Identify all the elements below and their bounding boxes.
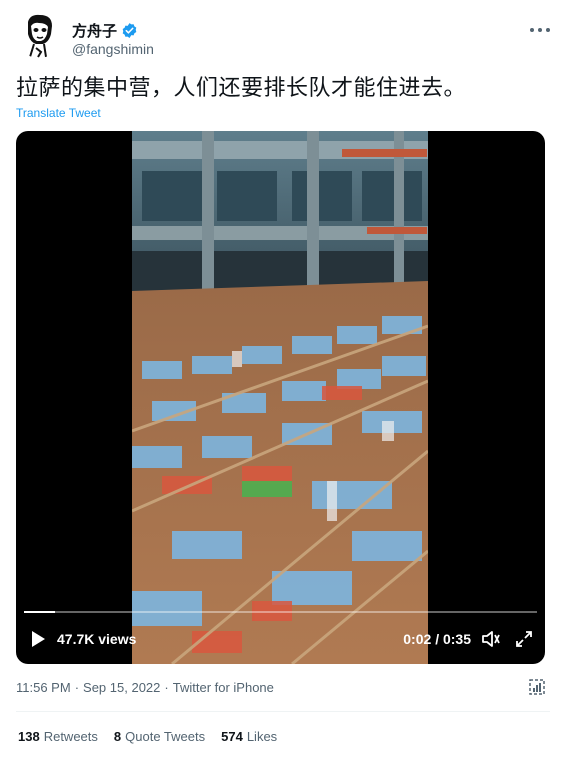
video-current-time: 0:02 <box>403 631 432 647</box>
avatar[interactable] <box>16 12 62 58</box>
retweets-count: 138 <box>18 729 40 744</box>
likes-count: 574 <box>221 729 243 744</box>
divider <box>16 711 550 712</box>
tweet-header: 方舟子 @fangshimin <box>16 12 550 64</box>
view-count: 47.7K views <box>57 631 137 647</box>
tweet-date[interactable]: Sep 15, 2022 <box>83 680 160 695</box>
likes-stat[interactable]: 574 Likes <box>221 729 277 744</box>
video-time: 0:02 / 0:35 <box>403 628 471 650</box>
video-player[interactable]: 47.7K views 0:02 / 0:35 <box>16 131 545 664</box>
user-handle[interactable]: @fangshimin <box>72 41 154 57</box>
video-thumbnail-image <box>132 131 428 664</box>
translate-tweet-link[interactable]: Translate Tweet <box>16 106 101 120</box>
display-name[interactable]: 方舟子 <box>72 20 117 41</box>
tweet-source[interactable]: Twitter for iPhone <box>173 680 274 695</box>
tweet-text: 拉萨的集中营，人们还要排长队才能住进去。 <box>16 76 467 101</box>
analytics-icon[interactable] <box>528 678 546 696</box>
meta-separator: · <box>74 680 80 695</box>
quote-tweets-count: 8 <box>113 729 122 744</box>
video-progress-fill <box>24 611 55 613</box>
verified-badge-icon <box>122 23 137 38</box>
tweet-metadata: 11:56 PM · Sep 15, 2022 · Twitter for iP… <box>16 680 274 695</box>
quote-tweets-stat[interactable]: 8 Quote Tweets <box>114 729 205 744</box>
play-icon[interactable] <box>30 628 46 650</box>
retweets-label: Retweets <box>43 729 98 744</box>
video-frame[interactable] <box>132 131 428 664</box>
video-time-separator: / <box>435 631 440 647</box>
meta-separator: · <box>164 680 169 695</box>
video-progress-bar[interactable] <box>24 611 537 613</box>
quote-tweets-label: Quote Tweets <box>125 729 206 744</box>
fullscreen-icon[interactable] <box>515 628 533 650</box>
video-duration: 0:35 <box>442 631 471 647</box>
tweet-time[interactable]: 11:56 PM <box>16 680 71 695</box>
more-options-icon[interactable] <box>530 20 550 40</box>
likes-label: Likes <box>246 729 278 744</box>
retweets-stat[interactable]: 138 Retweets <box>18 729 98 744</box>
volume-icon[interactable] <box>481 628 501 650</box>
tweet-stats: 138 Retweets 8 Quote Tweets 574 Likes <box>18 729 277 744</box>
